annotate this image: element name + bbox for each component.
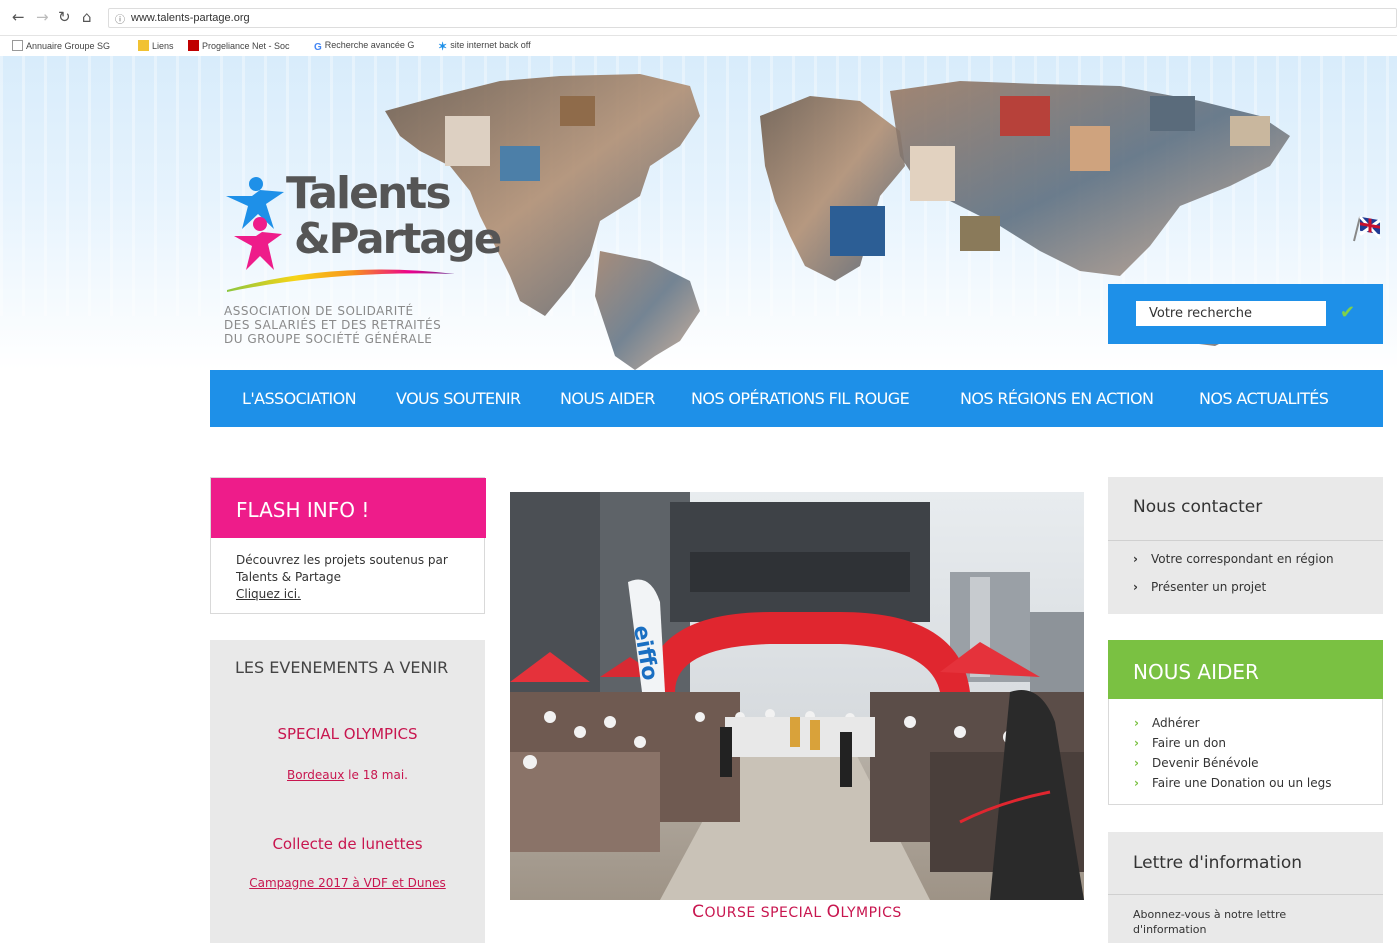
folder-icon <box>138 40 149 51</box>
nav-regions-en-action[interactable]: NOS RÉGIONS EN ACTION <box>960 389 1154 408</box>
link-devenir-benevole[interactable]: › Devenir Bénévole <box>1134 756 1259 770</box>
bookmark-recherche[interactable]: G Recherche avancée G <box>314 40 414 53</box>
event-title[interactable]: Collecte de lunettes <box>210 835 485 853</box>
english-flag-icon[interactable] <box>1350 211 1382 243</box>
main-navigation: L'ASSOCIATION VOUS SOUTENIR NOUS AIDER N… <box>210 370 1383 427</box>
events-panel: LES EVENEMENTS A VENIR SPECIAL OLYMPICS … <box>210 640 485 943</box>
logo-figures-icon <box>226 177 284 270</box>
page-icon <box>12 40 23 51</box>
nous-aider-title: NOUS AIDER <box>1133 660 1259 684</box>
link-adherer[interactable]: › Adhérer <box>1134 716 1200 730</box>
race-photo: eiffo <box>510 492 1084 900</box>
logo-talents[interactable]: Talents <box>286 168 452 219</box>
nous-aider-panel: NOUS AIDER › Adhérer › Faire un don › Deven… <box>1108 640 1383 805</box>
hero-caption[interactable]: COURSE SPECIAL OLYMPICS <box>510 902 1084 922</box>
reload-icon[interactable]: ↻ <box>58 10 71 25</box>
chevron-right-icon: › <box>1134 736 1139 750</box>
newsletter-panel: Lettre d'information Abonnez-vous à notr… <box>1108 832 1383 943</box>
event-item-details: Bordeaux le 18 mai. <box>210 764 485 783</box>
tagline: ASSOCIATION DE SOLIDARITÉ DES SALARIÉS E… <box>224 304 442 346</box>
divider <box>1108 894 1383 895</box>
flash-info-panel: FLASH INFO ! Découvrez les projets soute… <box>210 477 486 614</box>
contact-panel: Nous contacter › Votre correspondant en r… <box>1108 477 1383 614</box>
bookmark-back-office[interactable]: ✶ site internet back off <box>438 40 531 53</box>
nav-operations-fil-rouge[interactable]: NOS OPÉRATIONS FIL ROUGE <box>691 389 910 408</box>
newsletter-text[interactable]: Abonnez-vous à notre lettre d'informatio… <box>1133 907 1353 937</box>
nav-association[interactable]: L'ASSOCIATION <box>242 389 357 408</box>
bookmark-liens[interactable]: Liens <box>138 40 174 51</box>
hero-photo-race[interactable]: eiffo <box>510 492 1084 900</box>
event-location-link[interactable]: Bordeaux <box>287 768 344 782</box>
event-item-details: Campagne 2017 à VDF et Dunes <box>210 872 485 891</box>
info-icon: ⓘ <box>115 15 125 26</box>
chevron-right-icon: › <box>1133 580 1138 594</box>
chevron-right-icon: › <box>1134 756 1139 770</box>
contact-title: Nous contacter <box>1133 497 1263 517</box>
chevron-right-icon: › <box>1134 776 1139 790</box>
progeliance-icon <box>188 40 199 51</box>
event-item: SPECIAL OLYMPICS <box>210 725 485 743</box>
nav-nous-aider[interactable]: NOUS AIDER <box>560 389 655 408</box>
link-presenter-projet[interactable]: › Présenter un projet <box>1133 580 1266 594</box>
event-item: Collecte de lunettes <box>210 835 485 853</box>
browser-toolbar: ← → ↻ ⌂ ⓘ www.talents-partage.org <box>0 0 1397 36</box>
address-bar[interactable]: ⓘ www.talents-partage.org <box>108 8 1397 28</box>
newsletter-title: Lettre d'information <box>1133 853 1303 873</box>
link-faire-un-don[interactable]: › Faire un don <box>1134 736 1226 750</box>
divider <box>1108 540 1383 541</box>
search-submit-check-icon[interactable]: ✔ <box>1340 302 1355 323</box>
logo-partage[interactable]: &Partage <box>294 214 502 263</box>
flash-info-header: FLASH INFO ! <box>211 478 486 538</box>
event-title[interactable]: SPECIAL OLYMPICS <box>210 725 485 743</box>
events-title: LES EVENEMENTS A VENIR <box>235 658 449 677</box>
back-arrow-icon[interactable]: ← <box>12 10 25 25</box>
event-date: le 18 mai. <box>344 768 408 782</box>
nous-aider-header: NOUS AIDER <box>1108 640 1383 699</box>
star-person-icon: ✶ <box>438 41 448 53</box>
event-campaign-link[interactable]: Campagne 2017 à VDF et Dunes <box>249 876 446 890</box>
site-header: Talents &Partage ASSOCIATION DE SOLIDARI… <box>0 56 1397 370</box>
bookmark-progeliance[interactable]: Progeliance Net - Soc <box>188 40 290 51</box>
chevron-right-icon: › <box>1134 716 1139 730</box>
nav-vous-soutenir[interactable]: VOUS SOUTENIR <box>396 389 521 408</box>
home-icon[interactable]: ⌂ <box>82 10 92 25</box>
bookmarks-bar: Annuaire Groupe SG Liens Progeliance Net… <box>0 36 1397 56</box>
flash-info-title: FLASH INFO ! <box>236 498 370 522</box>
link-correspondant-region[interactable]: › Votre correspondant en région <box>1133 552 1334 566</box>
link-donation-legs[interactable]: › Faire une Donation ou un legs <box>1134 776 1331 790</box>
nav-actualites[interactable]: NOS ACTUALITÉS <box>1199 389 1329 408</box>
flash-info-text: Découvrez les projets soutenus par Talen… <box>236 553 448 601</box>
logo-swoosh <box>227 269 455 292</box>
flash-info-link[interactable]: Cliquez ici. <box>236 587 301 601</box>
search-input[interactable] <box>1136 301 1326 326</box>
bookmark-annuaire[interactable]: Annuaire Groupe SG <box>12 40 110 51</box>
chevron-right-icon: › <box>1133 552 1138 566</box>
address-url: www.talents-partage.org <box>131 12 250 24</box>
google-icon: G <box>314 42 322 53</box>
forward-arrow-icon[interactable]: → <box>36 10 49 25</box>
search-panel: ✔ <box>1108 284 1383 344</box>
